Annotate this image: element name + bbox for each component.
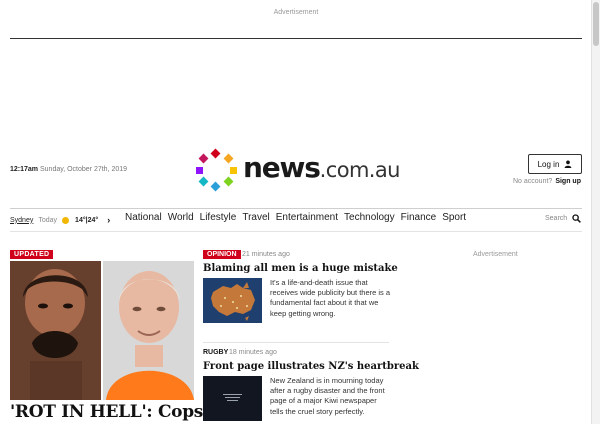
weather-city[interactable]: Sydney [10,217,33,224]
nav-item-technology[interactable]: Technology [344,212,395,223]
weather-widget[interactable]: Sydney Today 14°|24° › [10,214,110,226]
nav-item-lifestyle[interactable]: Lifestyle [200,212,237,223]
weather-temps: 14°|24° [75,216,99,224]
logo-brand: news [243,151,321,184]
login-label: Log in [537,159,560,169]
nav-item-entertainment[interactable]: Entertainment [276,212,338,223]
nav-item-national[interactable]: National [125,212,162,223]
signup-prompt: No account? Sign up [513,178,581,185]
story-divider [203,342,389,343]
nav-item-finance[interactable]: Finance [401,212,437,223]
story-category[interactable]: RUGBY [203,349,228,356]
page-scrollbar[interactable] [591,0,600,424]
logo-wordmark: news.com.au [243,151,400,184]
advertisement-label: Advertisement [473,251,518,258]
advertisement-label: Advertisement [273,9,319,16]
story-headline[interactable]: Front page illustrates NZ's heartbreak [203,361,419,372]
search-button[interactable]: Search [545,214,582,223]
nav-item-world[interactable]: World [168,212,194,223]
lead-story-image[interactable] [10,261,194,400]
story-thumbnail[interactable] [203,278,262,323]
weather-day: Today [38,216,58,224]
current-datetime: 12:17am Sunday, October 27th, 2019 [10,166,127,173]
story-timestamp: 18 minutes ago [229,349,277,356]
search-label: Search [545,215,568,222]
top-divider [10,38,582,39]
nav-bottom-border [10,231,582,232]
nav-item-travel[interactable]: Travel [242,212,269,223]
main-nav: National World Lifestyle Travel Entertai… [125,212,466,223]
story-summary: New Zealand is in mourning today after a… [270,376,385,416]
current-time: 12:17am [10,166,39,173]
story-summary: It's a life-and-death issue that receive… [270,278,391,318]
signup-link[interactable]: Sign up [555,178,581,185]
user-icon [565,160,572,168]
logo-mark-icon [196,148,237,192]
scrollbar-thumb[interactable] [593,2,599,46]
nav-top-border [10,208,582,209]
story-headline[interactable]: Blaming all men is a huge mistake [203,263,398,274]
opinion-badge: OPINION [203,250,241,259]
story-timestamp: 21 minutes ago [242,251,290,258]
updated-badge: UPDATED [10,250,54,259]
no-account-text: No account? [513,178,553,185]
logo-tld: .com.au [319,158,401,182]
news-logo[interactable]: news.com.au [196,148,400,192]
nav-item-sport[interactable]: Sport [442,212,466,223]
sun-icon [62,216,70,224]
chevron-right-icon[interactable]: › [107,215,110,225]
login-button[interactable]: Log in [528,154,582,174]
search-icon [572,214,582,223]
story-thumbnail[interactable] [203,376,262,421]
current-date: Sunday, October 27th, 2019 [39,166,128,173]
